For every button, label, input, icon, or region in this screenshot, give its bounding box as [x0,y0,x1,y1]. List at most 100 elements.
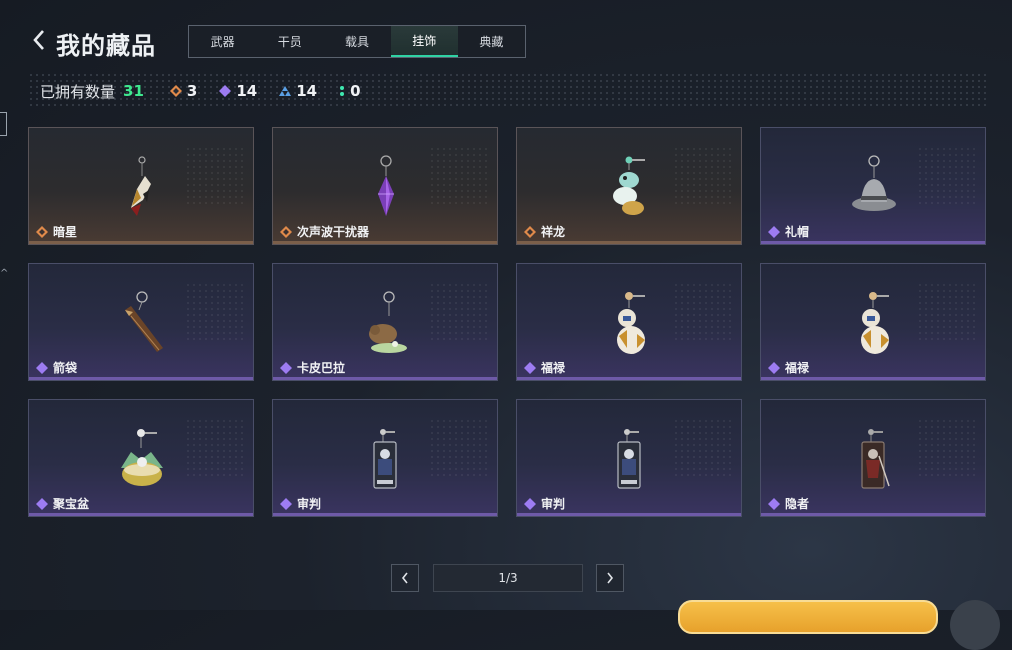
item-card[interactable]: 箭袋 [28,263,254,381]
category-tabs: 武器 干员 载具 挂饰 典藏 [188,25,526,58]
card-pattern [185,418,245,478]
fortune-gourd-charm-icon [861,292,889,354]
card-pattern [917,418,977,478]
stat-blue-value: 14 [296,82,318,100]
infrasound-jammer-charm-icon [378,155,394,216]
judgment-card-charm-icon [373,429,397,489]
card-pattern [185,282,245,342]
item-label: 隐者 [785,497,810,511]
item-card[interactable]: 审判 [272,399,498,517]
stat-purple: 14 [219,82,257,100]
item-label: 审判 [541,497,566,511]
item-card[interactable]: 审判 [516,399,742,517]
item-name: 福禄 [524,359,565,376]
purple-diamond-icon [36,497,48,510]
stat-green: 0 [339,82,361,100]
charm-grid: 暗星 次声波干扰器 祥龙 礼帽 箭袋 卡皮巴拉 福禄 福禄 聚宝盆 审判 审判 … [28,127,988,519]
auspicious-dragon-charm-icon [613,156,645,215]
stat-blue: 14 [279,82,317,100]
rarity-strip [273,377,497,380]
card-pattern [429,418,489,478]
tab-collection[interactable]: 典藏 [458,26,525,57]
rarity-strip [517,241,741,244]
item-card[interactable]: 祥龙 [516,127,742,245]
primary-action-button[interactable] [678,600,938,634]
item-name: 聚宝盆 [36,495,89,512]
orange-diamond-icon [169,85,182,97]
round-action-button[interactable] [950,600,1000,650]
item-name: 次声波干扰器 [280,223,369,240]
card-pattern [673,418,733,478]
green-dots-icon [340,86,345,96]
tab-charms[interactable]: 挂饰 [390,26,458,57]
item-label: 次声波干扰器 [297,225,370,239]
item-name: 隐者 [768,495,809,512]
stat-orange-value: 3 [186,82,198,100]
top-hat-charm-icon [852,155,896,211]
fortune-gourd-charm-icon [617,292,645,354]
item-name: 箭袋 [36,359,77,376]
item-card[interactable]: 卡皮巴拉 [272,263,498,381]
item-label: 箭袋 [53,361,78,375]
owned-label: 已拥有数量 [40,82,116,101]
tab-vehicles[interactable]: 载具 [323,26,390,57]
purple-diamond-icon [768,497,780,510]
orange-diamond-icon [524,225,536,238]
item-card[interactable]: 礼帽 [760,127,986,245]
chevron-left-icon [401,572,408,584]
item-name: 卡皮巴拉 [280,359,345,376]
item-label: 福禄 [541,361,566,375]
rarity-strip [273,513,497,516]
card-pattern [429,282,489,342]
tab-weapons[interactable]: 武器 [189,26,256,57]
item-label: 暗星 [53,225,78,239]
item-label: 福禄 [785,361,810,375]
purple-diamond-icon [768,225,780,238]
rarity-strip [517,377,741,380]
item-name: 审判 [280,495,321,512]
item-card[interactable]: 福禄 [516,263,742,381]
stat-green-value: 0 [350,82,361,100]
next-page-button[interactable] [596,564,624,592]
item-card[interactable]: 福禄 [760,263,986,381]
item-name: 暗星 [36,223,77,240]
item-card[interactable]: 次声波干扰器 [272,127,498,245]
owned-count: 31 [123,82,144,100]
item-card[interactable]: 隐者 [760,399,986,517]
purple-diamond-icon [280,497,292,510]
back-button[interactable] [30,28,48,52]
chevron-left-icon [33,30,44,50]
ownership-stats-bar: 已拥有数量 31 3 14 14 0 [28,72,988,110]
item-label: 审判 [297,497,322,511]
page-indicator: 1/3 [433,564,583,592]
purple-diamond-icon [280,361,292,374]
prev-page-button[interactable] [391,564,419,592]
item-card[interactable]: 聚宝盆 [28,399,254,517]
hermit-card-charm-icon [861,429,890,489]
item-label: 卡皮巴拉 [297,361,346,375]
caret-up-icon: ^ [0,268,9,279]
rarity-strip [273,241,497,244]
rarity-strip [761,377,985,380]
rarity-strip [761,513,985,516]
rarity-strip [517,513,741,516]
judgment-card-charm-icon [617,429,641,489]
item-name: 福禄 [768,359,809,376]
card-pattern [917,282,977,342]
orange-diamond-icon [36,225,48,238]
tab-operators[interactable]: 干员 [256,26,323,57]
item-label: 礼帽 [785,225,810,239]
stat-purple-value: 14 [236,82,258,100]
purple-diamond-icon [768,361,780,374]
capybara-charm-icon [369,291,407,353]
purple-diamond-icon [219,85,232,97]
card-pattern [429,146,489,206]
item-card[interactable]: 暗星 [28,127,254,245]
item-name: 审判 [524,495,565,512]
purple-diamond-icon [524,497,536,510]
card-pattern [917,146,977,206]
chevron-right-icon [607,572,614,584]
treasure-bowl-charm-icon [121,429,163,486]
dark-star-charm-icon [131,156,151,216]
stat-orange: 3 [169,82,198,100]
